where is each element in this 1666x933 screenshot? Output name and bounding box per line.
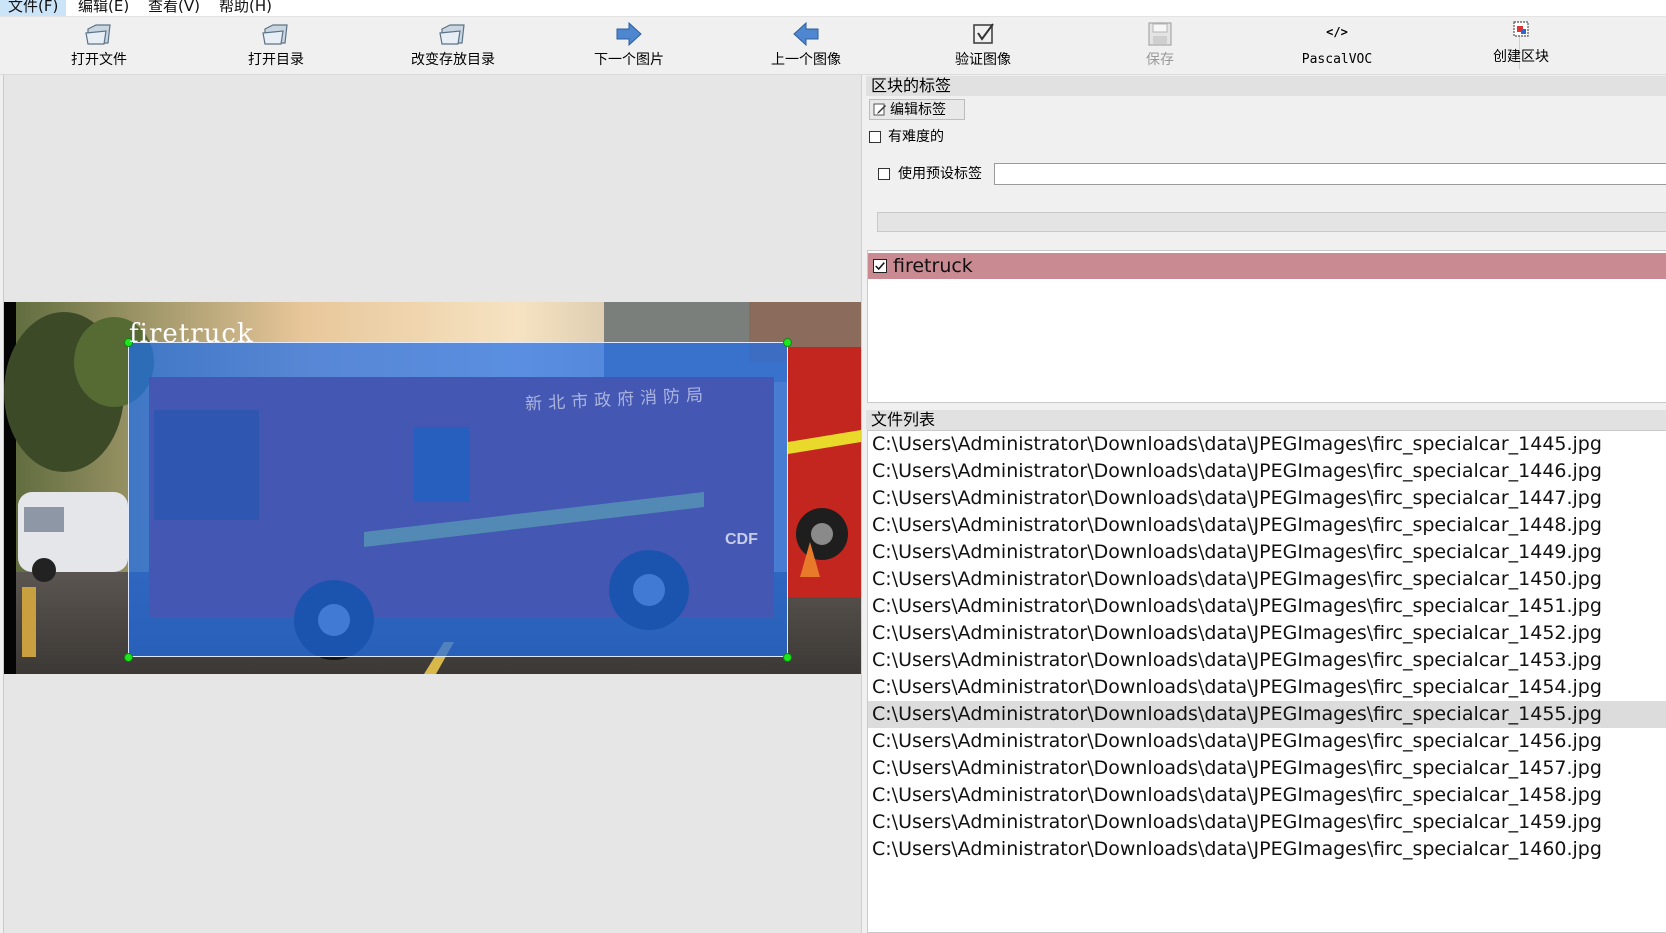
save-label: 保存: [1146, 52, 1174, 68]
file-list-item[interactable]: C:\Users\Administrator\Downloads\data\JP…: [868, 755, 1666, 782]
file-list-item[interactable]: C:\Users\Administrator\Downloads\data\JP…: [868, 593, 1666, 620]
create-box-label: 创建区块: [1493, 49, 1549, 65]
prev-image-label: 上一个图像: [771, 52, 841, 68]
create-box-icon: [1513, 21, 1529, 37]
format-label: PascalVOC: [1301, 52, 1373, 67]
format-pascalvoc-button[interactable]: </> PascalVOC: [1272, 17, 1402, 74]
open-file-button[interactable]: 打开文件: [34, 17, 164, 74]
box-handle-top-right[interactable]: [783, 338, 792, 347]
file-list[interactable]: C:\Users\Administrator\Downloads\data\JP…: [867, 430, 1666, 933]
difficult-checkbox[interactable]: [869, 131, 881, 143]
save-button[interactable]: 保存: [1095, 17, 1225, 74]
file-list-item[interactable]: C:\Users\Administrator\Downloads\data\JP…: [868, 539, 1666, 566]
menu-help[interactable]: 帮助(H): [219, 0, 272, 16]
floppy-disk-icon: [1148, 22, 1172, 46]
change-save-dir-button[interactable]: 改变存放目录: [388, 17, 518, 74]
next-image-label: 下一个图片: [594, 52, 664, 68]
label-list[interactable]: firetruck: [867, 250, 1666, 403]
edit-label-text: 编辑标签: [890, 102, 946, 118]
folder-open-icon: [439, 24, 465, 45]
open-dir-button[interactable]: 打开目录: [211, 17, 341, 74]
default-label-combo[interactable]: [877, 212, 1666, 232]
file-list-item[interactable]: C:\Users\Administrator\Downloads\data\JP…: [868, 809, 1666, 836]
default-label-input[interactable]: [994, 163, 1666, 185]
box-handle-bottom-right[interactable]: [783, 653, 792, 662]
prev-image-button[interactable]: 上一个图像: [741, 17, 871, 74]
verify-image-button[interactable]: 验证图像: [918, 17, 1048, 74]
check-icon: [875, 262, 885, 271]
code-icon: </>: [1326, 25, 1348, 39]
checkbox-check-icon: [973, 23, 994, 44]
file-list-item[interactable]: C:\Users\Administrator\Downloads\data\JP…: [868, 728, 1666, 755]
toolbar: 打开文件 打开目录 改变存放目录 下一个图片 上一个图像 验证图像 保存 </>…: [0, 16, 1666, 75]
open-file-label: 打开文件: [71, 52, 127, 68]
image-canvas[interactable]: 新北市政府消防局 CDF firetruck: [3, 75, 861, 933]
file-list-title: 文件列表: [866, 410, 1666, 430]
file-list-item[interactable]: C:\Users\Administrator\Downloads\data\JP…: [868, 485, 1666, 512]
file-list-item-selected[interactable]: C:\Users\Administrator\Downloads\data\JP…: [868, 701, 1666, 728]
use-default-label-text: 使用预设标签: [898, 166, 982, 182]
file-list-item[interactable]: C:\Users\Administrator\Downloads\data\JP…: [868, 512, 1666, 539]
difficult-label: 有难度的: [888, 129, 944, 145]
change-save-dir-label: 改变存放目录: [411, 52, 495, 68]
bounding-box[interactable]: 新北市政府消防局 CDF: [128, 342, 788, 657]
create-box-button[interactable]: 创建区块: [1456, 15, 1586, 72]
label-list-item[interactable]: firetruck: [868, 253, 1666, 279]
verify-image-label: 验证图像: [955, 52, 1011, 68]
folder-open-icon: [85, 24, 111, 45]
truck-door-text: 新北市政府消防局: [524, 385, 710, 415]
file-list-item[interactable]: C:\Users\Administrator\Downloads\data\JP…: [868, 674, 1666, 701]
open-dir-label: 打开目录: [248, 52, 304, 68]
edit-pen-icon: [873, 103, 886, 116]
box-labels-title: 区块的标签: [866, 76, 1666, 96]
file-list-item[interactable]: C:\Users\Administrator\Downloads\data\JP…: [868, 620, 1666, 647]
menu-view[interactable]: 查看(V): [148, 0, 200, 16]
folder-open-icon: [262, 24, 288, 45]
menu-file[interactable]: 文件(F): [0, 0, 67, 16]
arrow-left-icon: [793, 21, 819, 47]
file-list-item[interactable]: C:\Users\Administrator\Downloads\data\JP…: [868, 431, 1666, 458]
box-handle-bottom-left[interactable]: [124, 653, 133, 662]
menu-edit[interactable]: 编辑(E): [78, 0, 129, 16]
file-list-item[interactable]: C:\Users\Administrator\Downloads\data\JP…: [868, 647, 1666, 674]
edit-label-button[interactable]: 编辑标签: [869, 99, 965, 120]
label-item-text: firetruck: [893, 255, 973, 277]
label-visible-checkbox[interactable]: [873, 259, 887, 273]
file-list-item[interactable]: C:\Users\Administrator\Downloads\data\JP…: [868, 836, 1666, 863]
use-default-label-checkbox[interactable]: [878, 168, 890, 180]
next-image-button[interactable]: 下一个图片: [564, 17, 694, 74]
menu-bar: 文件(F) 编辑(E) 查看(V) 帮助(H): [0, 0, 1666, 16]
right-panel: 区块的标签 编辑标签 有难度的 使用预设标签 firetruck 文件列表 C:…: [866, 75, 1666, 933]
box-label-text: firetruck: [129, 319, 254, 349]
arrow-right-icon: [616, 21, 642, 47]
file-list-item[interactable]: C:\Users\Administrator\Downloads\data\JP…: [868, 782, 1666, 809]
file-list-item[interactable]: C:\Users\Administrator\Downloads\data\JP…: [868, 458, 1666, 485]
file-list-item[interactable]: C:\Users\Administrator\Downloads\data\JP…: [868, 566, 1666, 593]
truck-brand-text: CDF: [725, 531, 758, 548]
